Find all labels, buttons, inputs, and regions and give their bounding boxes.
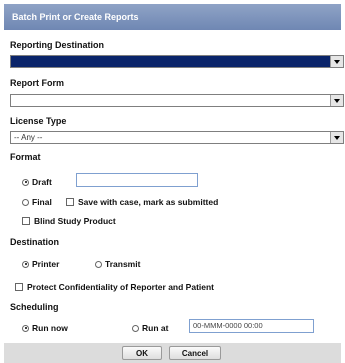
reporting-destination-label: Reporting Destination	[10, 40, 104, 50]
run-now-option[interactable]: Run now	[22, 323, 68, 333]
scheduling-label: Scheduling	[10, 302, 59, 312]
report-form-label: Report Form	[10, 78, 64, 88]
cancel-button[interactable]: Cancel	[169, 346, 221, 360]
protect-confidentiality-option[interactable]: Protect Confidentiality of Reporter and …	[15, 282, 214, 292]
radio-transmit[interactable]	[95, 260, 102, 268]
draft-text-input[interactable]	[76, 173, 198, 187]
destination-label: Destination	[10, 237, 60, 247]
run-at-datetime-input[interactable]: 00-MMM-0000 00:00	[189, 319, 314, 333]
blind-study-label: Blind Study Product	[34, 216, 116, 226]
protect-confidentiality-checkbox[interactable]	[15, 283, 23, 291]
destination-printer-option[interactable]: Printer	[22, 259, 59, 269]
format-final-option[interactable]: Final	[22, 197, 52, 207]
format-draft-option[interactable]: Draft	[22, 177, 52, 187]
format-label: Format	[10, 152, 41, 162]
license-type-label: License Type	[10, 116, 67, 126]
dialog-title: Batch Print or Create Reports	[12, 12, 139, 22]
chevron-down-icon[interactable]	[330, 95, 343, 106]
chevron-down-icon[interactable]	[330, 56, 343, 67]
reporting-destination-select[interactable]	[10, 55, 344, 68]
run-at-option[interactable]: Run at	[132, 323, 168, 333]
dialog-title-bar: Batch Print or Create Reports	[4, 4, 341, 30]
run-now-label: Run now	[32, 323, 68, 333]
blind-study-checkbox[interactable]	[22, 217, 30, 225]
radio-printer[interactable]	[22, 260, 29, 268]
run-at-label: Run at	[142, 323, 169, 333]
protect-confidentiality-label: Protect Confidentiality of Reporter and …	[27, 282, 215, 292]
save-with-case-option[interactable]: Save with case, mark as submitted	[66, 197, 218, 207]
license-type-value: -- Any --	[14, 133, 43, 142]
ok-button[interactable]: OK	[122, 346, 162, 360]
report-form-select[interactable]	[10, 94, 344, 107]
radio-run-at[interactable]	[132, 324, 139, 332]
radio-draft[interactable]	[22, 178, 29, 186]
transmit-label: Transmit	[105, 259, 141, 269]
radio-run-now[interactable]	[22, 324, 29, 332]
final-label: Final	[32, 197, 52, 207]
printer-label: Printer	[32, 259, 60, 269]
blind-study-option[interactable]: Blind Study Product	[22, 216, 116, 226]
license-type-select[interactable]: -- Any --	[10, 131, 344, 144]
save-with-case-label: Save with case, mark as submitted	[78, 197, 219, 207]
dialog-footer: OK Cancel	[4, 343, 341, 363]
chevron-down-icon[interactable]	[330, 132, 343, 143]
destination-transmit-option[interactable]: Transmit	[95, 259, 140, 269]
save-with-case-checkbox[interactable]	[66, 198, 74, 206]
draft-label: Draft	[32, 177, 52, 187]
radio-final[interactable]	[22, 198, 29, 206]
